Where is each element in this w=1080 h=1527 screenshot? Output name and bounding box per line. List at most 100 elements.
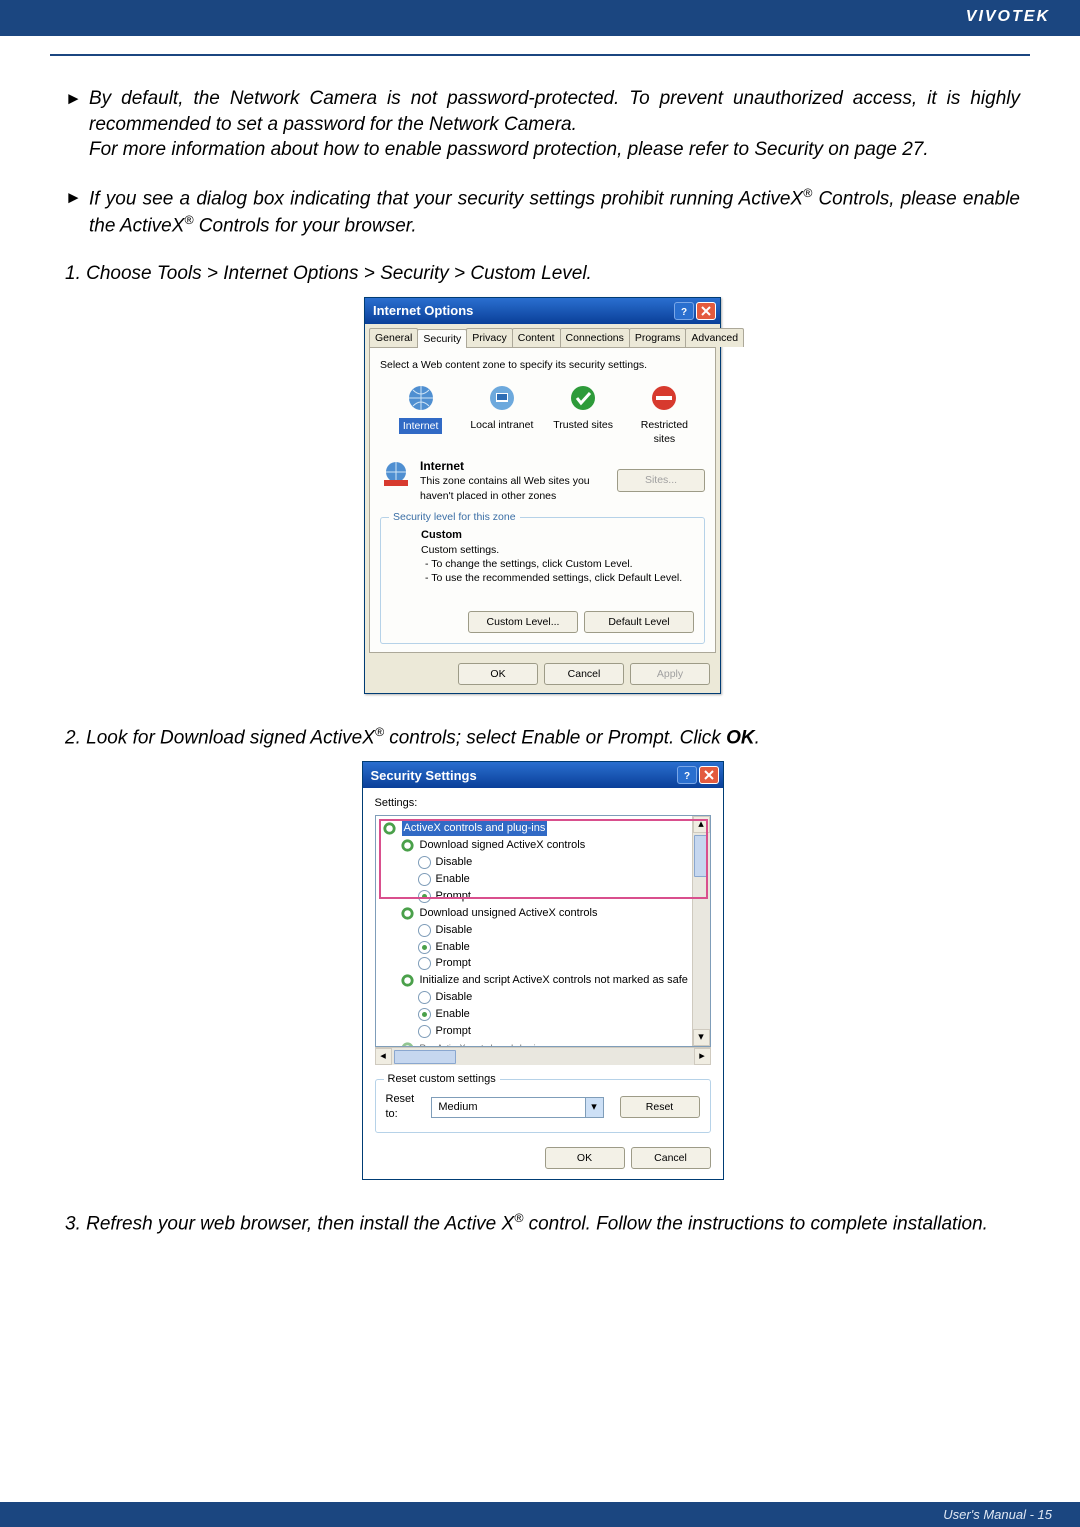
tab-security[interactable]: Security bbox=[417, 329, 467, 348]
step2-d: . bbox=[755, 728, 760, 749]
help-button[interactable]: ? bbox=[677, 766, 697, 784]
opt-enable: Enable bbox=[436, 940, 470, 955]
custom-line1: - To change the settings, click Custom L… bbox=[421, 557, 682, 571]
ok-button[interactable]: OK bbox=[545, 1147, 625, 1169]
gear-icon bbox=[400, 906, 415, 921]
vertical-scrollbar[interactable]: ▴ ▾ bbox=[692, 816, 710, 1046]
computer-icon bbox=[486, 382, 518, 414]
default-level-button[interactable]: Default Level bbox=[584, 611, 694, 633]
tab-general[interactable]: General bbox=[369, 328, 418, 347]
reset-select-value: Medium bbox=[438, 1101, 477, 1113]
scroll-left-icon[interactable]: ◂ bbox=[375, 1048, 392, 1065]
close-button[interactable] bbox=[696, 302, 716, 320]
radio-icon[interactable] bbox=[418, 873, 431, 886]
opt-prompt: Prompt bbox=[436, 889, 471, 904]
tab-privacy[interactable]: Privacy bbox=[466, 328, 512, 347]
scroll-thumb[interactable] bbox=[694, 835, 708, 877]
zone-trusted-sites[interactable]: Trusted sites bbox=[547, 382, 619, 432]
opt-enable: Enable bbox=[436, 1007, 470, 1022]
page-footer: User's Manual - 15 bbox=[0, 1502, 1080, 1527]
tree-item2: Download unsigned ActiveX controls bbox=[420, 906, 598, 921]
tree-item3: Initialize and script ActiveX controls n… bbox=[420, 973, 688, 988]
bullet-triangle-icon: ► bbox=[65, 185, 89, 239]
radio-icon[interactable] bbox=[418, 1025, 431, 1038]
note-2: If you see a dialog box indicating that … bbox=[89, 185, 1020, 239]
tab-content[interactable]: Content bbox=[512, 328, 561, 347]
reset-legend: Reset custom settings bbox=[384, 1072, 500, 1087]
internet-options-dialog: Internet Options ? General Security Priv… bbox=[364, 297, 721, 695]
zone-local-label: Local intranet bbox=[470, 419, 533, 431]
note2a: If you see a dialog box indicating that … bbox=[89, 188, 803, 209]
svg-text:?: ? bbox=[681, 307, 687, 316]
radio-icon[interactable] bbox=[418, 1008, 431, 1021]
radio-icon[interactable] bbox=[418, 941, 431, 954]
dialog-titlebar[interactable]: Internet Options ? bbox=[365, 298, 720, 324]
zone-restricted-sites[interactable]: Restricted sites bbox=[628, 382, 700, 446]
opt-prompt: Prompt bbox=[436, 956, 471, 971]
zone-info-title: Internet bbox=[420, 458, 609, 474]
opt-disable: Disable bbox=[436, 990, 473, 1005]
step-3: 3. Refresh your web browser, then instal… bbox=[65, 1210, 1020, 1237]
reset-select[interactable]: Medium ▾ bbox=[431, 1097, 603, 1118]
settings-tree[interactable]: ActiveX controls and plug-ins Download s… bbox=[375, 815, 711, 1047]
gear-icon bbox=[400, 1041, 415, 1046]
registered-icon: ® bbox=[375, 725, 384, 739]
note1-line: By default, the Network Camera is not pa… bbox=[89, 88, 1020, 135]
radio-icon[interactable] bbox=[418, 957, 431, 970]
radio-icon[interactable] bbox=[418, 924, 431, 937]
dialog-titlebar[interactable]: Security Settings ? bbox=[363, 762, 723, 788]
gear-icon bbox=[400, 973, 415, 988]
scroll-down-icon[interactable]: ▾ bbox=[693, 1029, 710, 1046]
tree-group1: ActiveX controls and plug-ins bbox=[402, 821, 548, 836]
cancel-button[interactable]: Cancel bbox=[631, 1147, 711, 1169]
page-header: VIVOTEK bbox=[0, 0, 1080, 36]
security-settings-dialog: Security Settings ? Settings: bbox=[362, 761, 724, 1180]
bullet-triangle-icon: ► bbox=[65, 86, 89, 163]
step-2: 2. Look for Download signed ActiveX® con… bbox=[65, 724, 1020, 751]
scroll-right-icon[interactable]: ▸ bbox=[694, 1048, 711, 1065]
cancel-button[interactable]: Cancel bbox=[544, 663, 624, 685]
custom-level-button[interactable]: Custom Level... bbox=[468, 611, 578, 633]
tab-advanced[interactable]: Advanced bbox=[685, 328, 744, 347]
step3-a: 3. Refresh your web browser, then instal… bbox=[65, 1213, 514, 1234]
scroll-up-icon[interactable]: ▴ bbox=[693, 816, 710, 833]
horizontal-scrollbar[interactable]: ◂ ▸ bbox=[375, 1047, 711, 1065]
close-button[interactable] bbox=[699, 766, 719, 784]
custom-title: Custom bbox=[421, 528, 682, 543]
checkmark-icon bbox=[567, 382, 599, 414]
zone-local-intranet[interactable]: Local intranet bbox=[466, 382, 538, 432]
registered-icon: ® bbox=[514, 1211, 523, 1225]
custom-line2: - To use the recommended settings, click… bbox=[421, 571, 682, 585]
ok-button[interactable]: OK bbox=[458, 663, 538, 685]
registered-icon: ® bbox=[803, 186, 812, 200]
zone-restricted-label2: sites bbox=[654, 433, 676, 445]
tab-connections[interactable]: Connections bbox=[560, 328, 630, 347]
gear-icon bbox=[400, 838, 415, 853]
note1b-line: For more information about how to enable… bbox=[89, 139, 929, 160]
radio-icon[interactable] bbox=[418, 890, 431, 903]
settings-label: Settings: bbox=[375, 796, 711, 811]
opt-disable: Disable bbox=[436, 923, 473, 938]
scroll-thumb[interactable] bbox=[394, 1050, 456, 1064]
zone-internet-label: Internet bbox=[399, 418, 443, 434]
tree-item4: Run ActiveX controls and plug-ins bbox=[420, 1042, 545, 1046]
security-level-legend: Security level for this zone bbox=[389, 510, 520, 524]
note-1: By default, the Network Camera is not pa… bbox=[89, 86, 1020, 163]
apply-button[interactable]: Apply bbox=[630, 663, 710, 685]
step2-a: 2. Look for Download signed ActiveX bbox=[65, 728, 375, 749]
radio-icon[interactable] bbox=[418, 856, 431, 869]
globe-banner-icon bbox=[380, 458, 412, 490]
step2-ok: OK bbox=[726, 728, 755, 749]
radio-icon[interactable] bbox=[418, 991, 431, 1004]
zone-instruction: Select a Web content zone to specify its… bbox=[380, 358, 705, 372]
tree-item1: Download signed ActiveX controls bbox=[420, 838, 586, 853]
step3-b: control. Follow the instructions to comp… bbox=[523, 1213, 988, 1234]
sites-button[interactable]: Sites... bbox=[617, 469, 705, 491]
tab-programs[interactable]: Programs bbox=[629, 328, 687, 347]
step-1: 1. Choose Tools > Internet Options > Sec… bbox=[65, 261, 1020, 287]
reset-button[interactable]: Reset bbox=[620, 1096, 700, 1118]
help-button[interactable]: ? bbox=[674, 302, 694, 320]
zone-restricted-label1: Restricted bbox=[641, 419, 688, 431]
chevron-down-icon: ▾ bbox=[585, 1098, 603, 1117]
zone-internet[interactable]: Internet bbox=[385, 382, 457, 434]
